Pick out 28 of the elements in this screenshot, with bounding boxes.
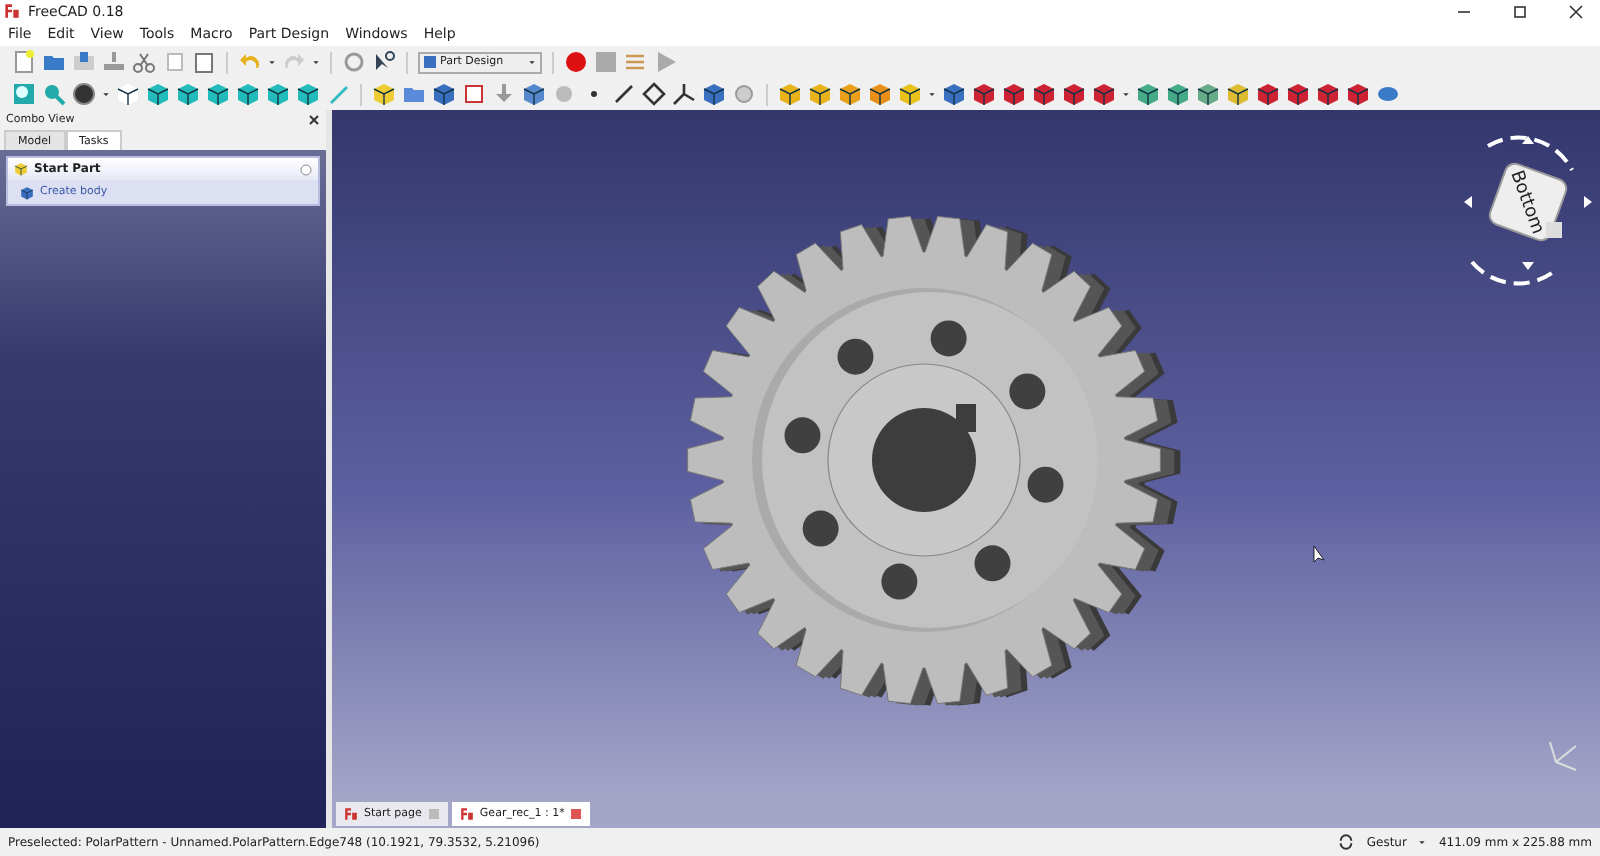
workbench-icon bbox=[424, 56, 436, 68]
axes-icon[interactable] bbox=[672, 82, 696, 106]
axis-cross-icon bbox=[1549, 741, 1577, 771]
new-file-icon[interactable] bbox=[12, 50, 36, 74]
whats-this-icon[interactable] bbox=[372, 50, 396, 74]
paste-icon[interactable] bbox=[192, 50, 216, 74]
cube-icon[interactable] bbox=[206, 82, 230, 106]
sketch-cube-icon[interactable] bbox=[432, 82, 456, 106]
line-icon[interactable] bbox=[612, 82, 636, 106]
cube-icon[interactable] bbox=[296, 82, 320, 106]
3d-viewport[interactable]: Bottom bbox=[332, 110, 1600, 802]
cube-icon[interactable] bbox=[176, 82, 200, 106]
cube-icon[interactable] bbox=[236, 82, 260, 106]
navigation-style-icon bbox=[1338, 834, 1355, 850]
cut-icon[interactable] bbox=[132, 50, 156, 74]
folder-icon[interactable] bbox=[42, 50, 66, 74]
app-logo-icon bbox=[344, 806, 358, 822]
record-icon[interactable] bbox=[564, 50, 588, 74]
isometric-cube-icon[interactable] bbox=[116, 82, 140, 106]
app-logo-icon bbox=[459, 806, 474, 822]
save-icon[interactable] bbox=[72, 50, 96, 74]
cube-icon bbox=[14, 162, 28, 176]
app-logo-icon bbox=[4, 2, 20, 20]
cube-icon[interactable] bbox=[146, 82, 170, 106]
cube-icon[interactable] bbox=[266, 82, 290, 106]
maximize-icon bbox=[1512, 3, 1528, 19]
mouse-cursor-icon bbox=[1313, 545, 1325, 563]
plane-icon[interactable] bbox=[642, 82, 666, 106]
